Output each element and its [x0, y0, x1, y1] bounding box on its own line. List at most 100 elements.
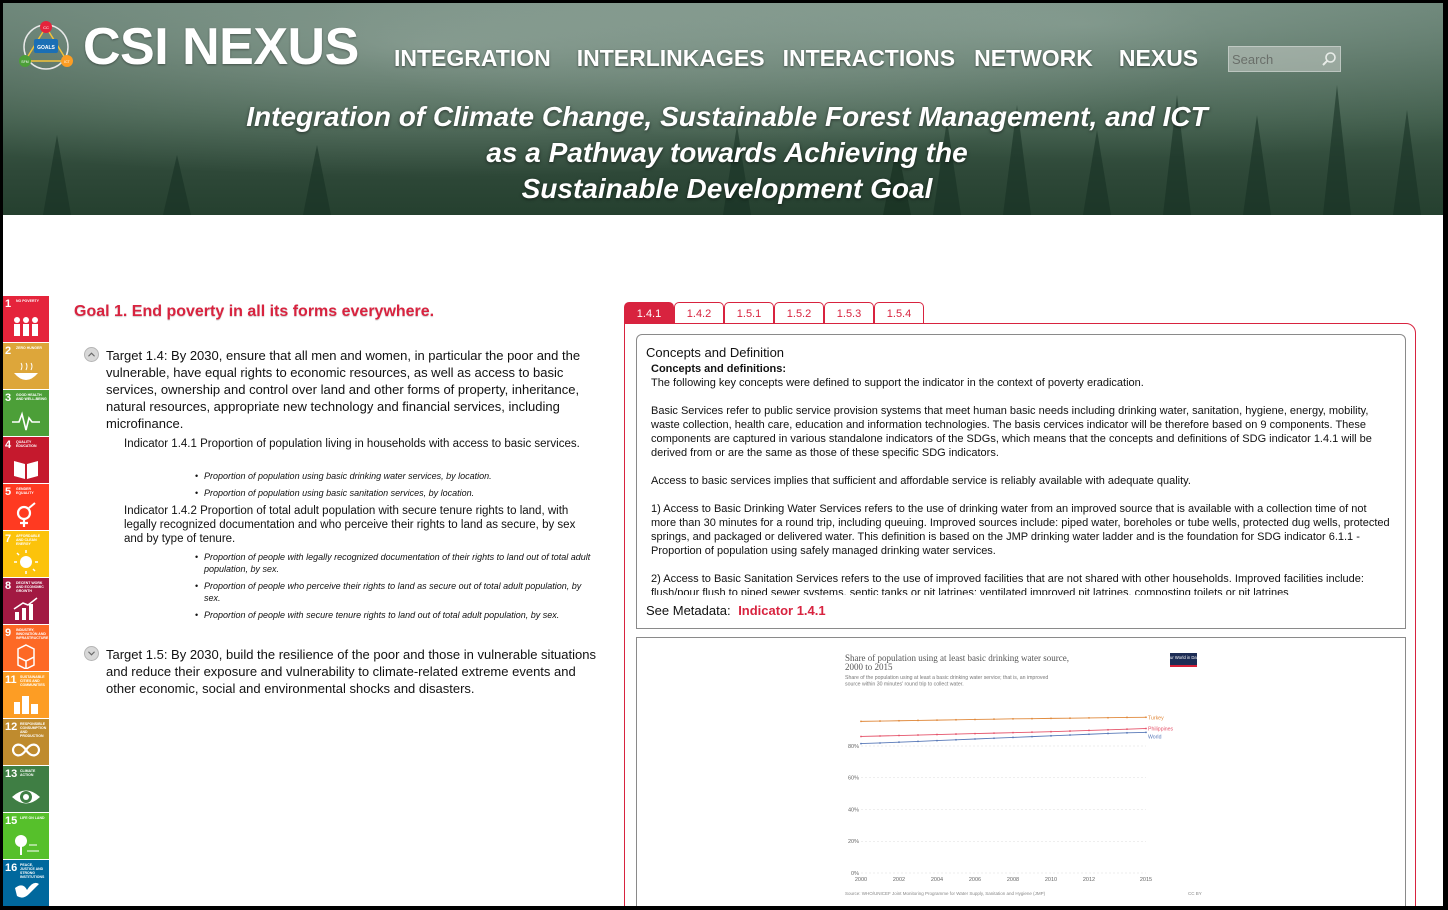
sdg-tile-3[interactable]: 3 Good health and well-being	[3, 390, 49, 436]
sdg-number: 8	[5, 580, 12, 592]
chart-license: CC BY	[1188, 891, 1202, 896]
book-icon	[14, 461, 38, 479]
sdg-tile-9[interactable]: 9 Industry, innovation and infrastructure	[3, 625, 49, 671]
tab-1-5-1[interactable]: 1.5.1	[724, 302, 774, 324]
concepts-paragraph: Basic Services refer to public service p…	[651, 405, 1372, 459]
concepts-paragraph: Access to basic services implies that su…	[651, 475, 1191, 487]
tagline: Integration of Climate Change, Sustainab…	[3, 99, 1443, 207]
sdg-tile-1[interactable]: 1 No poverty	[3, 296, 49, 342]
header-banner: CC GOALS SFM ICT CSI NEXUS INTEGRATION I…	[3, 3, 1443, 215]
nav-interlinkages[interactable]: INTERLINKAGES	[577, 45, 765, 72]
data-point	[1107, 728, 1109, 731]
chart-subtitle: source within 30 minutes' round trip to …	[845, 682, 964, 688]
sdg-label: Decent work and economic growth	[16, 581, 44, 593]
nav-interactions[interactable]: INTERACTIONS	[783, 45, 956, 72]
data-point	[898, 719, 900, 722]
sdg-tile-15[interactable]: 15 Life on land	[3, 813, 49, 859]
data-point	[1012, 731, 1014, 734]
svg-text:ICT: ICT	[64, 60, 71, 64]
sdg-label: Sustainable cities and communities	[20, 675, 45, 687]
data-point	[1012, 736, 1014, 739]
eye-globe-icon	[12, 790, 40, 804]
sdg-number: 16	[5, 862, 18, 874]
see-metadata: See Metadata: Indicator 1.4.1	[646, 603, 826, 618]
concepts-paragraph: 2) Access to Basic Sanitation Services r…	[651, 573, 1364, 595]
concepts-paragraph: 1) Access to Basic Drinking Water Servic…	[651, 503, 1390, 557]
target-1-4-text: Target 1.4: By 2030, ensure that all men…	[106, 348, 581, 431]
sdg-label: Quality education	[16, 440, 37, 448]
svg-text:GOALS: GOALS	[37, 45, 55, 51]
data-point	[1069, 717, 1071, 720]
x-tick-label: 2015	[1140, 877, 1152, 883]
nav-nexus[interactable]: NEXUS	[1119, 45, 1198, 72]
y-tick-label: 80%	[848, 744, 859, 750]
sdg-number: 2	[5, 345, 12, 357]
data-point	[974, 718, 976, 721]
nav-network[interactable]: NETWORK	[974, 45, 1093, 72]
tab-1-5-2[interactable]: 1.5.2	[774, 302, 824, 324]
sdg-tile-16[interactable]: 16 Peace, justice and strong institutions	[3, 860, 49, 906]
sdg-tile-12[interactable]: 12 Responsible consumption and production	[3, 719, 49, 765]
data-point	[879, 720, 881, 722]
data-point	[860, 735, 862, 738]
nav-integration[interactable]: INTEGRATION	[394, 45, 551, 72]
series-label: Turkey	[1148, 715, 1164, 721]
data-point	[1107, 716, 1109, 719]
tab-1-4-2[interactable]: 1.4.2	[674, 302, 724, 324]
tab-1-5-4[interactable]: 1.5.4	[874, 302, 924, 324]
sdg-tile-4[interactable]: 4 Quality education	[3, 437, 49, 483]
data-point	[936, 739, 938, 742]
sdg-tile-7[interactable]: 7 Affordable and clean energy	[3, 531, 49, 577]
sdg-tile-2[interactable]: 2 Zero hunger	[3, 343, 49, 389]
heartbeat-icon	[12, 411, 40, 431]
data-point	[936, 733, 938, 736]
dove-icon	[15, 882, 39, 898]
concepts-subheading: Concepts and definitions:	[651, 363, 787, 375]
sdg-label: Responsible consumption and production	[20, 722, 47, 738]
concepts-scroll-area[interactable]: Concepts and definitions: The following …	[651, 362, 1393, 595]
csi-nexus-logo-icon[interactable]: CC GOALS SFM ICT	[17, 19, 75, 71]
sdg-number: 15	[5, 815, 18, 827]
site-title[interactable]: CSI NEXUS	[83, 17, 359, 77]
data-point	[1031, 731, 1033, 734]
data-point	[1145, 716, 1147, 719]
search-icon[interactable]	[1321, 51, 1337, 67]
sdg-tile-5[interactable]: 5 Gender equality	[3, 484, 49, 530]
sdg-number: 4	[5, 439, 12, 451]
search-input[interactable]	[1229, 47, 1321, 71]
indicator-1-4-2-bullet: Proportion of people with legally recogn…	[195, 551, 594, 575]
sdg-number: 1	[5, 298, 12, 310]
data-point	[1012, 717, 1014, 720]
sdg-label: Affordable and clean energy	[16, 534, 41, 546]
metadata-link[interactable]: Indicator 1.4.1	[738, 603, 825, 618]
sdg-label: Gender equality	[16, 487, 34, 495]
main-nav: INTEGRATION INTERLINKAGES INTERACTIONS N…	[394, 45, 1198, 72]
data-point	[1050, 717, 1052, 720]
sdg-label: Peace, justice and strong institutions	[20, 863, 45, 879]
expand-target-15-icon[interactable]	[84, 646, 99, 661]
sdg-label: Good health and well-being	[16, 393, 47, 401]
bowl-icon	[14, 362, 38, 380]
goal-title: Goal 1. End poverty in all its forms eve…	[74, 303, 435, 320]
collapse-target-14-icon[interactable]	[84, 347, 99, 362]
x-tick-label: 2000	[855, 877, 867, 883]
data-point	[1088, 716, 1090, 719]
indicator-1-4-2-bullet: Proportion of people who perceive their …	[195, 580, 594, 604]
data-point	[1088, 733, 1090, 736]
target-1-5-text: Target 1.5: By 2030, build the resilienc…	[106, 647, 596, 696]
indicator-1-4-1-text: Indicator 1.4.1 Proportion of population…	[124, 438, 580, 450]
sdg-number: 7	[5, 533, 12, 545]
sdg-tile-11[interactable]: 11 Sustainable cities and communities	[3, 672, 49, 718]
page: CC GOALS SFM ICT CSI NEXUS INTEGRATION I…	[3, 3, 1443, 906]
sdg-label: Industry, innovation and infrastructure	[16, 628, 49, 640]
tab-1-4-1[interactable]: 1.4.1	[624, 302, 674, 324]
sdg-tile-8[interactable]: 8 Decent work and economic growth	[3, 578, 49, 624]
data-point	[1031, 735, 1033, 738]
tab-1-5-3[interactable]: 1.5.3	[824, 302, 874, 324]
svg-text:CC: CC	[43, 25, 49, 30]
sdg-tile-13[interactable]: 13 Climate action	[3, 766, 49, 812]
search-box	[1228, 46, 1341, 72]
cubes-icon	[17, 644, 35, 669]
data-point	[955, 733, 957, 735]
data-point	[1088, 729, 1090, 732]
